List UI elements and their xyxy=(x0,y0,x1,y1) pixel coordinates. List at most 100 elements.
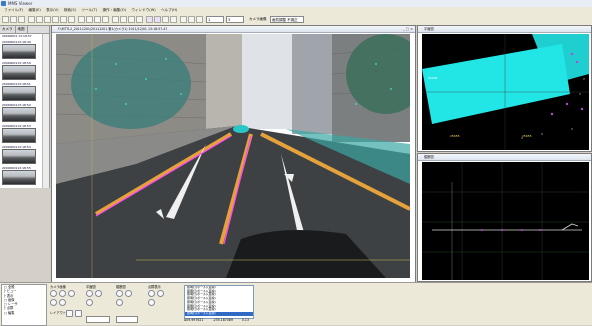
tool-icon[interactable] xyxy=(50,299,57,306)
zoom-in-icon[interactable] xyxy=(50,290,57,297)
tool-icon[interactable] xyxy=(120,16,127,23)
option-select[interactable] xyxy=(86,316,110,323)
tool-icon[interactable] xyxy=(86,16,93,23)
menu-file[interactable]: ファイル(F) xyxy=(4,8,23,13)
thumbnail[interactable]: 2000000113:18:49 xyxy=(2,40,36,59)
tool-icon[interactable] xyxy=(28,16,35,23)
tool-icon[interactable] xyxy=(36,16,43,23)
tree-item[interactable]: □ 編集 xyxy=(2,311,46,315)
tool-icon[interactable] xyxy=(86,299,93,306)
thumbnail-label: 2000000113:18:54 xyxy=(2,145,31,149)
layout-icon[interactable] xyxy=(66,310,73,317)
tool-icon[interactable] xyxy=(162,16,169,23)
menu-tools[interactable]: ツール(T) xyxy=(81,8,97,13)
thumbnail-label: 2000000113:18:55 xyxy=(2,166,31,170)
thumbnail[interactable]: 2000000113:18:55 xyxy=(2,166,36,185)
profile-view-canvas[interactable] xyxy=(422,162,589,280)
window-buttons[interactable]: _ □ × xyxy=(403,27,413,31)
thumbnail[interactable]: 2000000113:18:50 xyxy=(2,61,36,80)
thumbnail[interactable]: 2000000113:18:53 xyxy=(2,124,36,143)
camera-image[interactable] xyxy=(56,34,410,278)
tool-icon[interactable] xyxy=(52,16,59,23)
app-icon xyxy=(1,1,6,6)
plan-label: 25655 xyxy=(450,134,460,138)
thumbnail[interactable]: 2000000113:18:54 xyxy=(2,145,36,164)
group-label: 縦断図 xyxy=(116,285,126,289)
new-icon[interactable] xyxy=(2,16,9,23)
plan-label: 92245 xyxy=(428,76,438,80)
zoom-out-icon[interactable] xyxy=(59,290,66,297)
thumbnail-scrollbar[interactable] xyxy=(42,34,49,188)
profile-view-title: 縦断図 xyxy=(418,154,591,161)
tab-map[interactable]: 地図 xyxy=(16,26,28,33)
menu-operation[interactable]: 操作・編集(O) xyxy=(102,8,126,13)
layout-icon[interactable] xyxy=(75,310,82,317)
plan-view-title: 平面図 xyxy=(418,26,591,33)
camera-select[interactable]: 3 xyxy=(226,16,244,23)
menu-view[interactable]: 表示(V) xyxy=(46,8,58,13)
status-x: A09.997621 xyxy=(184,318,204,322)
thumbnail-label: 2000000113:18:49 xyxy=(2,40,31,44)
tool-icon[interactable] xyxy=(180,16,187,23)
thumbnail-image xyxy=(2,128,36,143)
thumbnail-image xyxy=(2,86,36,101)
tool-icon[interactable] xyxy=(128,16,135,23)
tool-icon[interactable] xyxy=(60,16,67,23)
plan-view-window: 平面図 92245 25655 25655 xyxy=(417,25,592,152)
status-bar: A09.997621 -235.187089 0.13 xyxy=(184,318,324,324)
thumbnail-image xyxy=(2,149,36,164)
frame-select[interactable]: 1 xyxy=(206,16,224,23)
tool-icon[interactable] xyxy=(116,299,123,306)
plan-view-graphic xyxy=(422,34,589,150)
tool-icon[interactable] xyxy=(196,16,203,23)
option-select[interactable] xyxy=(116,316,138,323)
rotate-icon[interactable] xyxy=(148,290,155,297)
tool-icon[interactable] xyxy=(148,299,155,306)
tool-icon[interactable] xyxy=(102,16,109,23)
quality-select[interactable]: 画質調整 不適正 xyxy=(270,16,304,23)
bottom-panel: □ 全般 ├ ビュー ├ 表示 □ 画像 □ レーザ ├ 点群 □ 編集 カメラ… xyxy=(0,282,592,326)
status-y: -235.187089 xyxy=(212,318,233,322)
app-title: MMS Viewer xyxy=(8,1,33,6)
point-icon[interactable] xyxy=(154,16,161,23)
list-item-selected[interactable]: 照明灯(ポール)(直線) xyxy=(185,311,253,316)
menu-window[interactable]: ウィンドウ(W) xyxy=(131,8,155,13)
zoom-in-icon[interactable] xyxy=(116,290,123,297)
tool-icon[interactable] xyxy=(44,16,51,23)
tool-icon[interactable] xyxy=(136,16,143,23)
settings-tree[interactable]: □ 全般 ├ ビュー ├ 表示 □ 画像 □ レーザ ├ 点群 □ 編集 xyxy=(1,284,47,326)
tool-icon[interactable] xyxy=(78,16,85,23)
select-label: カメラ画像 xyxy=(248,16,268,23)
menu-edit[interactable]: 編集(E) xyxy=(29,8,41,13)
tool-icon[interactable] xyxy=(170,16,177,23)
thumbnail-label: 2000000113:18:52 xyxy=(2,103,31,107)
object-list[interactable]: 照明灯(ポール)(直線) 照明灯(ポール)(直線) 照明灯(ポール)(直線) 照… xyxy=(184,285,254,319)
plan-view-canvas[interactable]: 92245 25655 25655 xyxy=(422,34,589,150)
open-icon[interactable] xyxy=(10,16,17,23)
tool-icon[interactable] xyxy=(94,16,101,23)
camera-window-title: F:\MTTL2_20111201\20111201 第1(カメラ1) 2011… xyxy=(52,26,415,33)
save-icon[interactable] xyxy=(18,16,25,23)
thumbnail-label: 2000000113:18:51 xyxy=(2,82,31,86)
zoom-out-icon[interactable] xyxy=(95,290,102,297)
tab-camera[interactable]: カメラ xyxy=(0,26,16,33)
thumbnail[interactable]: 2000000113:18:52 xyxy=(2,103,36,122)
reset-icon[interactable] xyxy=(157,290,164,297)
thumbnail-image xyxy=(2,107,36,122)
point-icon[interactable] xyxy=(146,16,153,23)
tool-icon[interactable] xyxy=(188,16,195,23)
thumbnail-label: 2000000113:18:50 xyxy=(2,61,31,65)
zoom-in-icon[interactable] xyxy=(86,290,93,297)
tool-icon[interactable] xyxy=(59,299,66,306)
group-label: 点群表示 xyxy=(148,285,161,289)
zoom-out-icon[interactable] xyxy=(125,290,132,297)
group-label: カメラ画像 xyxy=(50,285,66,289)
tool-icon[interactable] xyxy=(68,16,75,23)
street-scene xyxy=(56,34,410,278)
tool-icon[interactable] xyxy=(112,16,119,23)
menu-search[interactable]: 検索(S) xyxy=(64,8,76,13)
thumbnail[interactable]: 2000000113:18:51 xyxy=(2,82,36,101)
thumbnail-tabs: カメラ 地図 xyxy=(0,26,49,34)
pan-icon[interactable] xyxy=(68,290,75,297)
menu-help[interactable]: ヘルプ(H) xyxy=(161,8,177,13)
